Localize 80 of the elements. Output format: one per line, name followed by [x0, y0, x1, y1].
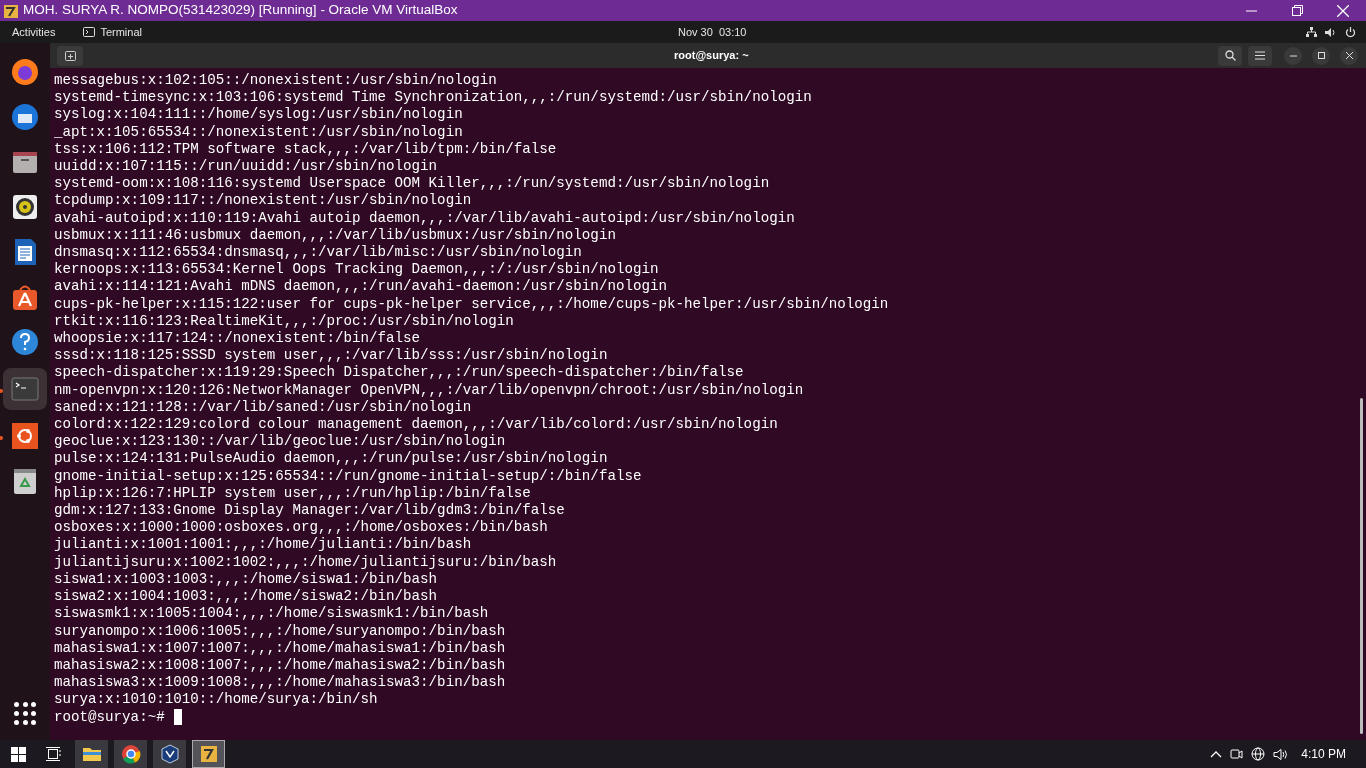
menu-button[interactable]	[1248, 45, 1272, 66]
power-icon[interactable]	[1345, 26, 1356, 38]
help-icon	[10, 327, 40, 357]
terminal-line: tcpdump:x:109:117::/nonexistent:/usr/sbin/nologin	[54, 192, 472, 210]
terminal-line: osboxes:x:1000:1000:osboxes.org,,,:/home/osboxes:/bin/bash	[54, 519, 548, 537]
ubuntu-logo-icon	[10, 421, 40, 451]
terminal-line: pulse:x:124:131:PulseAudio daemon,,,:/run/pulse:/usr/sbin/nologin	[54, 450, 608, 468]
shell-prompt: root@surya:~#	[54, 708, 165, 726]
terminal-line: geoclue:x:123:130::/var/lib/geoclue:/usr/sbin/nologin	[54, 433, 506, 451]
close-icon	[1337, 4, 1349, 17]
menu-icon	[1255, 51, 1265, 60]
chevron-up-icon[interactable]	[1210, 750, 1223, 758]
maximize-icon	[1317, 52, 1325, 59]
terminal-line: colord:x:122:129:colord colour management daemon,,,:/var/lib/colord:/usr/sbin/nologin	[54, 416, 778, 434]
terminal-line: usbmux:x:111:46:usbmux daemon,,,:/var/lib/usbmux:/usr/sbin/nologin	[54, 226, 616, 245]
text-cursor	[173, 709, 182, 726]
maximize-button[interactable]	[1312, 46, 1330, 65]
terminal-line: siswa1:x:1003:1003:,,,:/home/siswa1:/bin/bash	[54, 570, 438, 589]
taskbar-app[interactable]	[75, 740, 108, 768]
speaker-icon	[10, 192, 40, 222]
terminal-icon	[83, 27, 96, 37]
close-button[interactable]	[1340, 46, 1358, 65]
windows-logo-icon	[10, 746, 26, 762]
search-button[interactable]	[1218, 45, 1242, 66]
terminal-line: tss:x:106:112:TPM software stack,,,:/var/lib/tpm:/bin/false	[54, 140, 557, 158]
terminal-line: speech-dispatcher:x:119:29:Speech Dispatcher,,,:/run/speech-dispatcher:/bin/false	[54, 364, 744, 382]
terminal-line: surya:x:1010:1010::/home/surya:/bin/sh	[54, 691, 378, 709]
terminal-line: dnsmasq:x:112:65534:dnsmasq,,,:/var/lib/misc:/usr/sbin/nologin	[54, 244, 582, 262]
browser-icon	[119, 743, 142, 765]
clock[interactable]: Nov 30 03:10	[678, 23, 747, 41]
taskbar-clock[interactable]: 4:10 PM	[1301, 745, 1346, 763]
terminal-line: sssd:x:118:125:SSSD system user,,,:/var/lib/sss:/usr/sbin/nologin	[54, 347, 608, 365]
terminal-line: suryanompo:x:1006:1005:,,,:/home/suryanompo:/bin/bash	[54, 622, 506, 640]
terminal-line: nm-openvpn:x:120:126:NetworkManager OpenVPN,,,:/var/lib/openvpn/chroot:/usr/sbin/nologin	[54, 381, 804, 399]
app-menu[interactable]: Terminal	[83, 23, 142, 41]
activities-button[interactable]: Activities	[12, 23, 56, 41]
terminal-line: whoopsie:x:117:124::/nonexistent:/bin/false	[54, 330, 421, 348]
terminal-title: root@surya: ~	[674, 48, 749, 64]
terminal-line: systemd-timesync:x:103:106:systemd Time Synchronization,,,:/run/systemd:/usr/sbin/nologin	[54, 89, 812, 107]
terminal-line: gdm:x:127:133:Gnome Display Manager:/var/lib/gdm3:/bin/false	[54, 502, 565, 520]
taskbar-app[interactable]	[153, 740, 186, 768]
network-icon[interactable]	[1306, 26, 1317, 38]
terminal-line: mahasiswa1:x:1007:1007:,,,:/home/mahasiswa1:/bin/bash	[54, 639, 506, 657]
terminal-line: gnome-initial-setup:x:125:65534::/run/gnome-initial-setup/:/bin/false	[54, 467, 642, 485]
terminal-line: kernoops:x:113:65534:Kernel Oops Tracking Daemon,,,:/:/usr/sbin/nologin	[54, 261, 659, 279]
cube-icon	[158, 743, 181, 765]
terminal-line: _apt:x:105:65534::/nonexistent:/usr/sbin/nologin	[54, 123, 463, 141]
terminal-line: mahasiswa2:x:1008:1007:,,,:/home/mahasiswa2:/bin/bash	[54, 656, 506, 675]
terminal-line: messagebus:x:102:105::/nonexistent:/usr/sbin/nologin	[54, 72, 497, 90]
task-view-icon	[46, 747, 62, 761]
taskbar-app[interactable]	[192, 740, 225, 768]
scrollbar-thumb[interactable]	[1360, 398, 1363, 734]
terminal-line: systemd-oom:x:108:116:systemd Userspace OOM Killer,,,:/run/systemd:/usr/sbin/nologin	[54, 175, 770, 193]
window-title: MOH. SURYA R. NOMPO(531423029) [Running] - Oracle VM VirtualBox	[23, 1, 458, 20]
volume-icon[interactable]	[1325, 26, 1337, 38]
terminal-line: juliantijsuru:x:1002:1002:,,,:/home/juliantijsuru:/bin/bash	[54, 553, 557, 571]
terminal-line: julianti:x:1001:1001:,,,:/home/julianti:/bin/bash	[54, 536, 472, 554]
close-icon	[1345, 52, 1353, 59]
speaker-icon[interactable]	[1273, 747, 1290, 761]
app-grid-button[interactable]	[12, 700, 38, 726]
new-tab-icon	[64, 50, 76, 61]
terminal-line: siswa2:x:1004:1003:,,,:/home/siswa2:/bin/bash	[54, 588, 438, 606]
terminal-line: uuidd:x:107:115::/run/uuidd:/usr/sbin/nologin	[54, 158, 438, 176]
minimize-button[interactable]	[1284, 46, 1302, 65]
terminal-line: syslog:x:104:111::/home/syslog:/usr/sbin/nologin	[54, 106, 463, 124]
search-icon	[1224, 50, 1236, 61]
globe-icon[interactable]	[1251, 747, 1266, 761]
minimize-icon	[1289, 54, 1297, 57]
restore-icon	[1291, 5, 1303, 16]
terminal-line: rtkit:x:116:123:RealtimeKit,,,:/proc:/usr/sbin/nologin	[54, 312, 514, 331]
taskbar-app[interactable]	[114, 740, 147, 768]
terminal-line: saned:x:121:128::/var/lib/saned:/usr/sbin/nologin	[54, 398, 472, 417]
new-tab-button[interactable]	[57, 45, 83, 66]
terminal-icon	[10, 374, 40, 404]
terminal-line: hplip:x:126:7:HPLIP system user,,,:/run/hplip:/bin/false	[54, 484, 531, 503]
terminal-line: avahi-autoipd:x:110:119:Avahi autoip daemon,,,:/var/lib/avahi-autoipd:/usr/sbin/nologin	[54, 209, 795, 227]
terminal-line: siswasmk1:x:1005:1004:,,,:/home/siswasmk1:/bin/bash	[54, 605, 489, 623]
terminal-line: mahasiswa3:x:1009:1008:,,,:/home/mahasiswa3:/bin/bash	[54, 674, 506, 692]
terminal-line: cups-pk-helper:x:115:122:user for cups-pk-helper service,,,:/home/cups-pk-helper:/usr/sbin/nologin	[54, 295, 889, 313]
terminal-line: avahi:x:114:121:Avahi mDNS daemon,,,:/run/avahi-daemon:/usr/sbin/nologin	[54, 278, 667, 296]
